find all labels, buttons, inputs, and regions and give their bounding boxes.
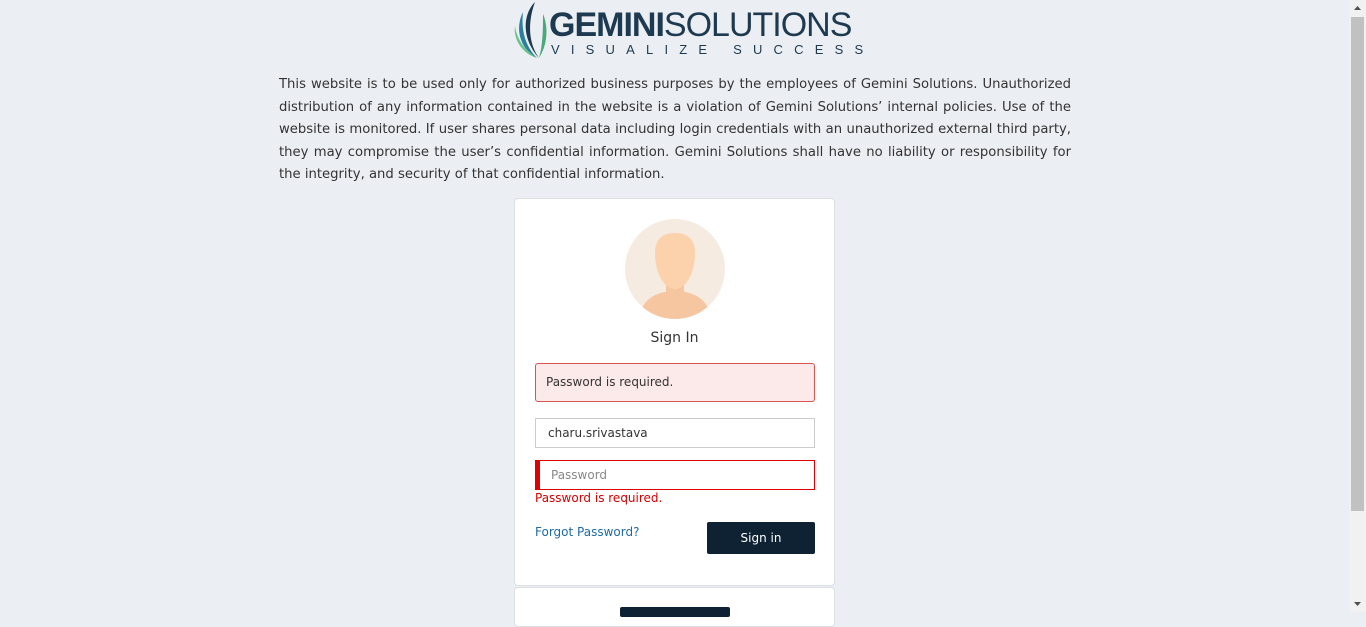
- username-input[interactable]: [535, 418, 815, 448]
- disclaimer-text: This website is to be used only for auth…: [279, 77, 1071, 183]
- sign-in-heading: Sign In: [650, 330, 699, 346]
- error-alert: Password is required.: [535, 363, 815, 402]
- gemini-solutions-logo: GEMINISOLUTIONS VISUALIZE SUCCESS: [513, 0, 863, 62]
- leaf-icon: [514, 2, 547, 58]
- brand-tagline: VISUALIZE SUCCESS: [551, 42, 875, 57]
- secondary-card: [514, 587, 835, 627]
- user-avatar-icon: [625, 219, 725, 319]
- scroll-down-arrow-icon[interactable]: [1349, 595, 1366, 612]
- password-error-message: Password is required.: [535, 491, 663, 505]
- login-card: Sign In Password is required. Password i…: [514, 198, 835, 586]
- forgot-password-link[interactable]: Forgot Password?: [535, 525, 639, 539]
- sign-in-button[interactable]: Sign in: [707, 522, 815, 554]
- secondary-button[interactable]: [620, 607, 730, 617]
- brand-name: GEMINISOLUTIONS: [549, 6, 852, 44]
- scrollbar-thumb[interactable]: [1351, 17, 1364, 511]
- vertical-scrollbar[interactable]: [1349, 0, 1366, 612]
- password-input[interactable]: [535, 460, 815, 490]
- scroll-up-arrow-icon[interactable]: [1349, 0, 1366, 17]
